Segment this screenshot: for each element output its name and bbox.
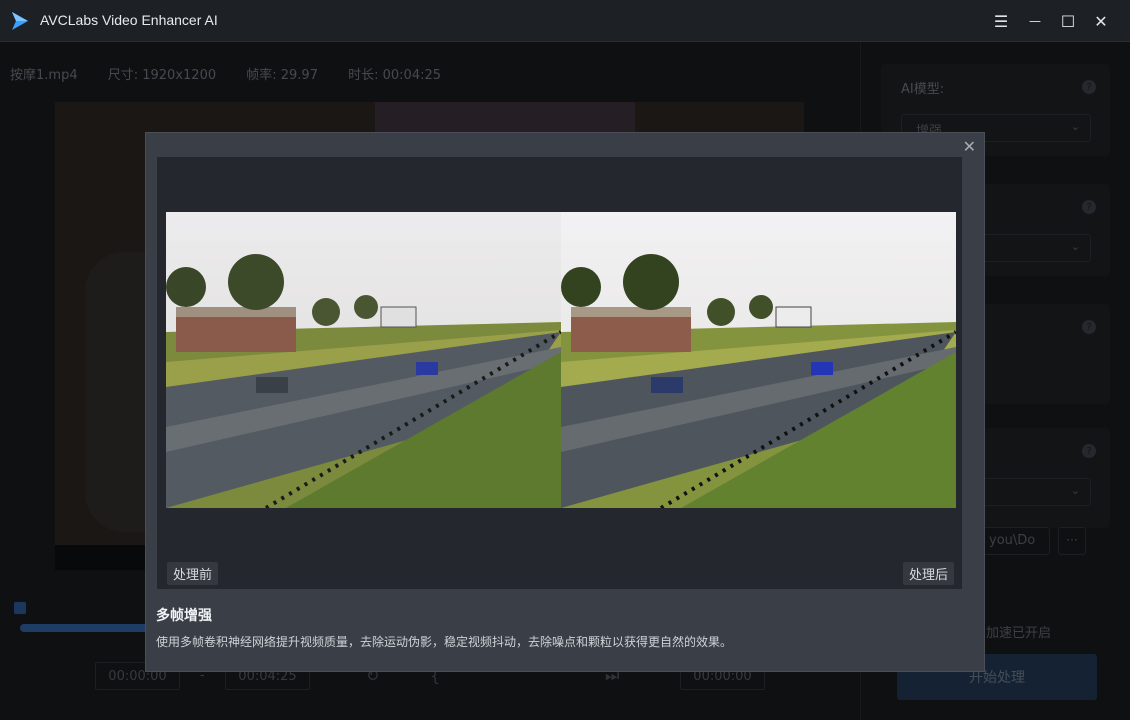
comparison-image [166, 212, 956, 508]
app-title: AVCLabs Video Enhancer AI [40, 12, 218, 28]
before-label: 处理前 [167, 562, 219, 585]
close-button[interactable]: ✕ [1090, 10, 1112, 32]
enhance-preview-dialog: ✕ 处理前 处理后 多帧增强 使用多帧卷积神经网络提升视频质量，去除运动伪影，稳… [145, 132, 985, 672]
menu-icon[interactable]: ☰ [990, 10, 1012, 32]
close-icon[interactable]: ✕ [963, 137, 976, 156]
after-label: 处理后 [902, 562, 954, 585]
minimize-button[interactable]: — [1024, 10, 1046, 32]
dialog-description: 使用多帧卷积神经网络提升视频质量，去除运动伪影，稳定视频抖动，去除噪点和颗粒以获… [156, 635, 733, 649]
before-image [166, 212, 561, 508]
maximize-button[interactable]: ☐ [1057, 10, 1079, 32]
comparison-frame: 处理前 处理后 [157, 157, 962, 589]
app-logo-icon [12, 12, 28, 30]
dialog-title: 多帧增强 [156, 608, 212, 624]
after-image [561, 212, 956, 508]
title-bar: AVCLabs Video Enhancer AI ☰ — ☐ ✕ [0, 0, 1130, 42]
